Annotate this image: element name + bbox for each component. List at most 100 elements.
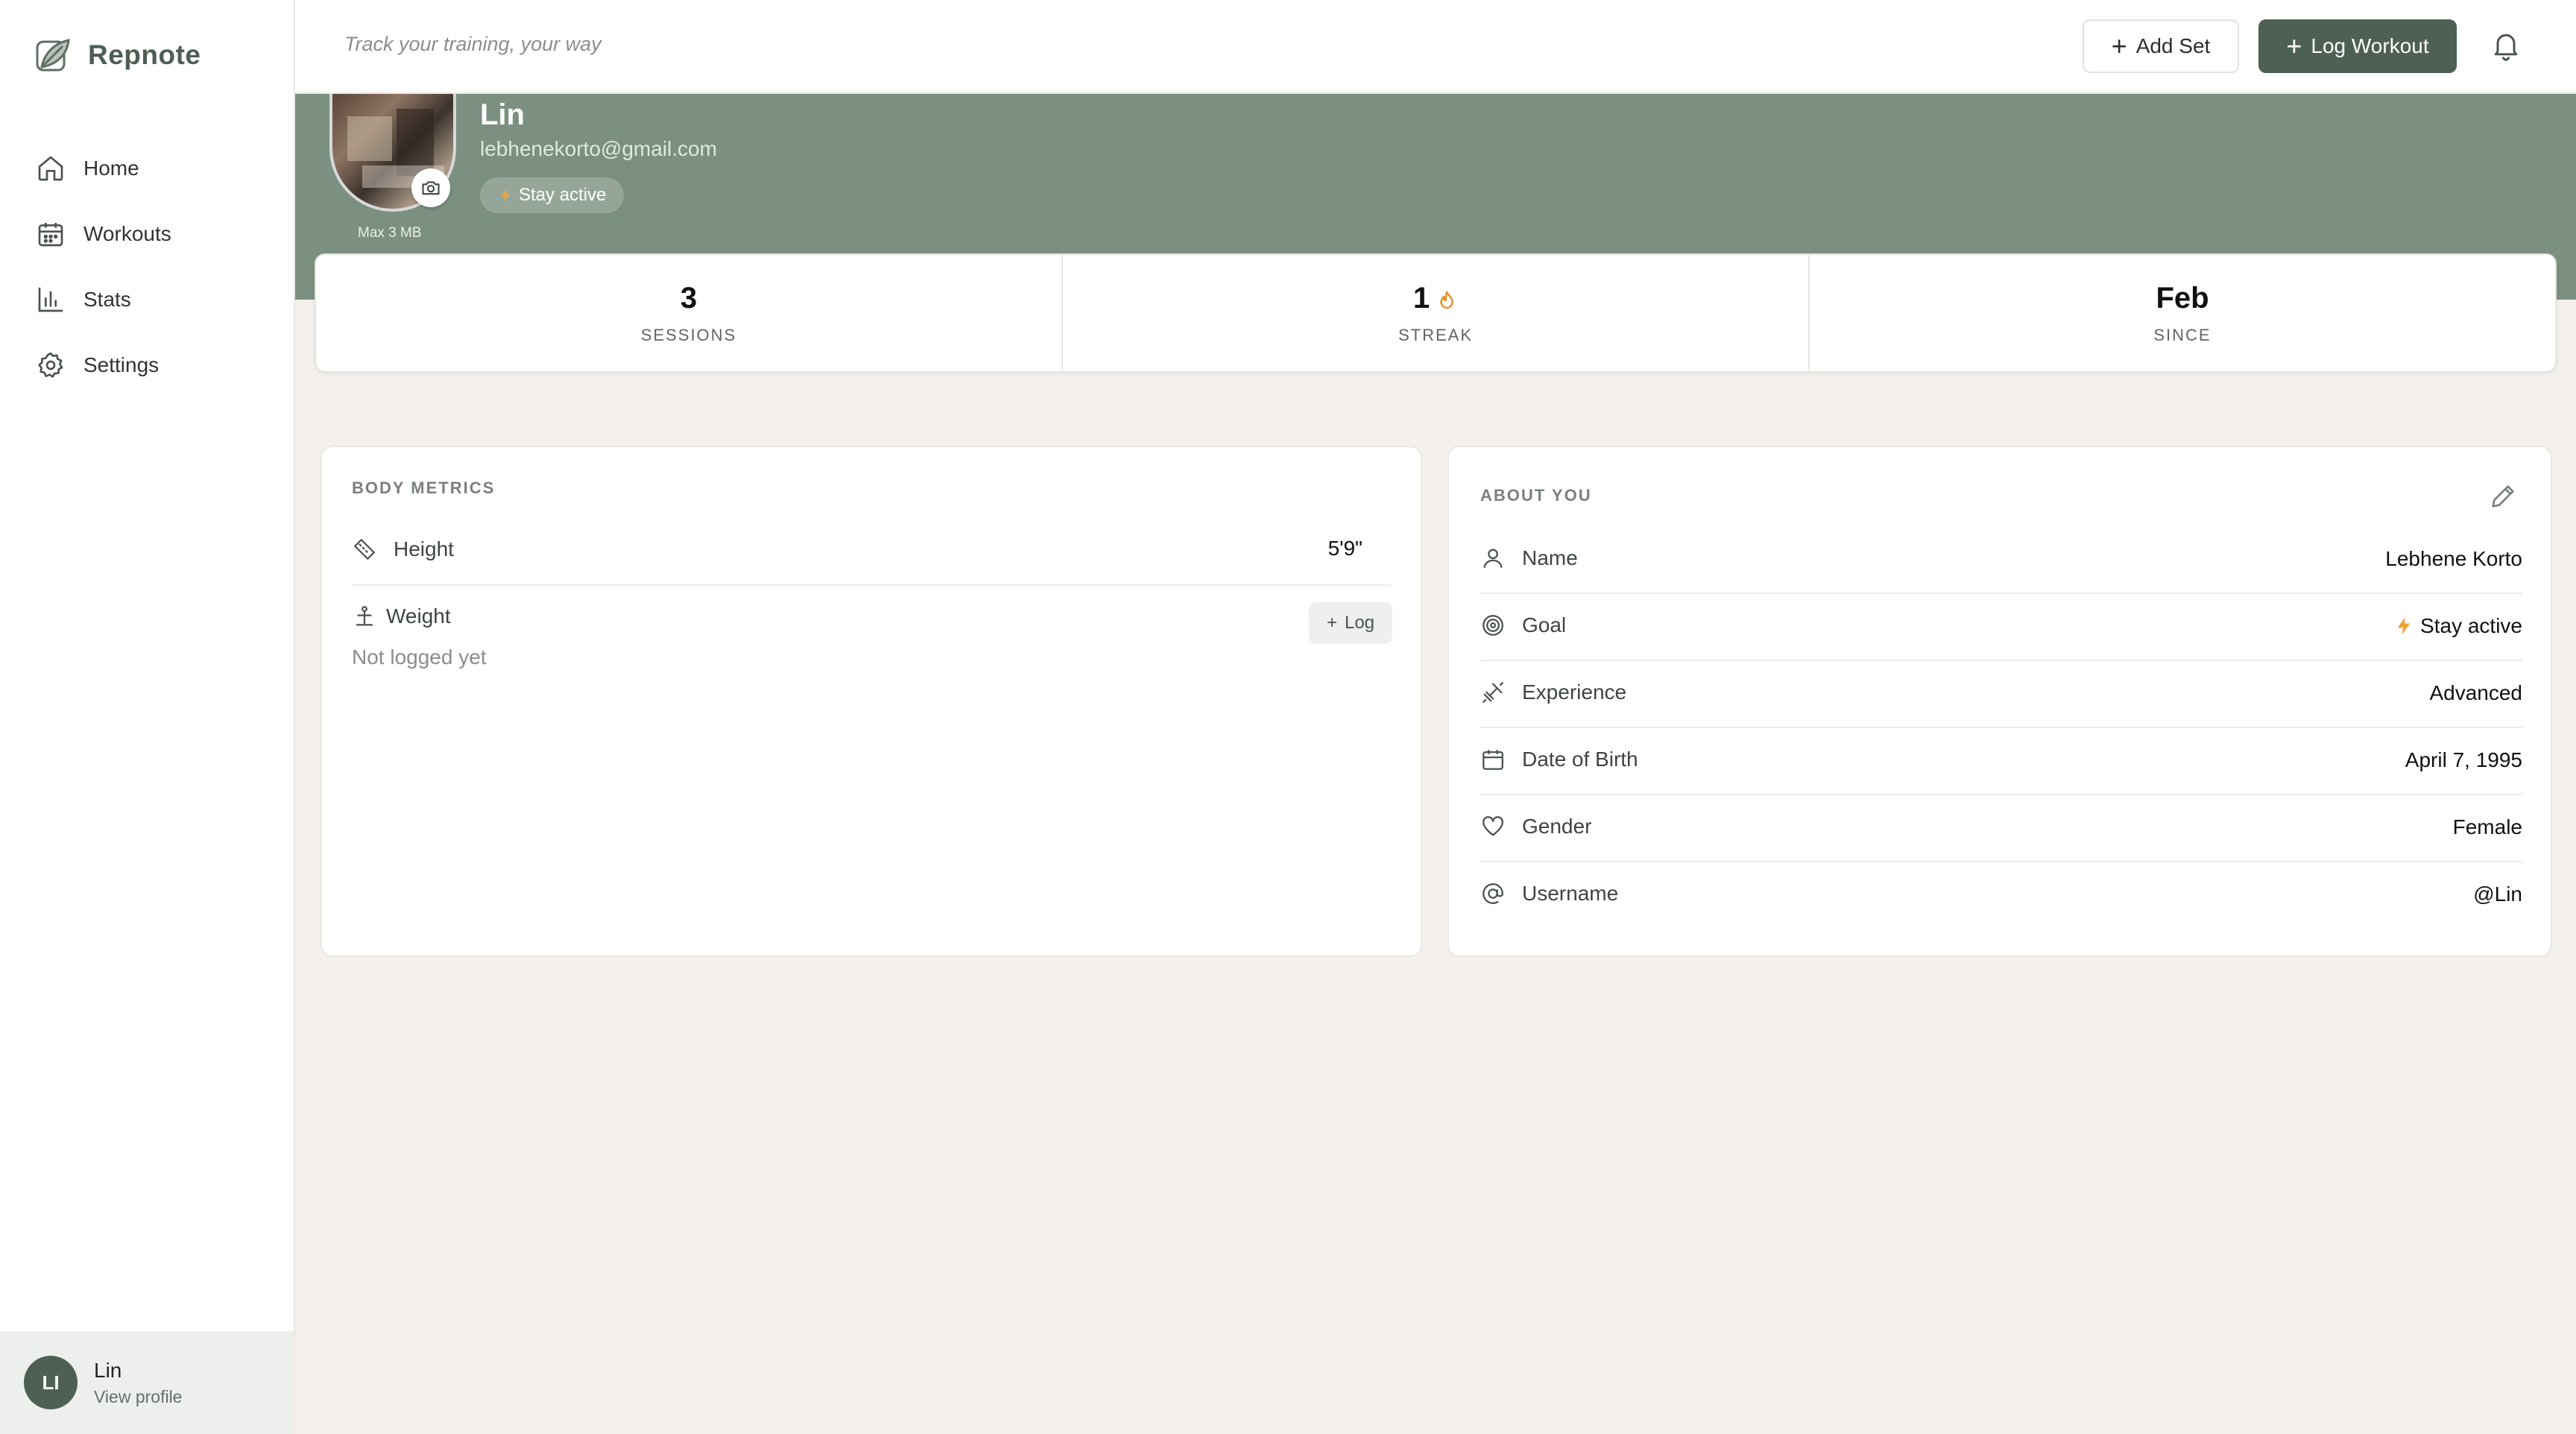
bar-chart-icon xyxy=(38,287,63,312)
divider xyxy=(1480,593,2522,594)
about-value: @Lin xyxy=(2473,882,2522,906)
log-weight-label: Log xyxy=(1344,613,1375,633)
stat-value: 3 xyxy=(680,281,698,315)
about-label: Name xyxy=(1522,546,1578,569)
divider xyxy=(1480,794,2522,795)
tagline: Track your training, your way xyxy=(344,33,602,55)
view-profile-link[interactable]: View profile xyxy=(94,1387,182,1407)
profile-email: lebhenekorto@gmail.com xyxy=(480,137,717,160)
lightning-icon xyxy=(2397,617,2411,635)
app-name: Repnote xyxy=(88,40,201,70)
change-photo-button[interactable] xyxy=(411,168,450,207)
about-row-experience: Experience xyxy=(1480,680,1626,705)
bell-icon[interactable] xyxy=(2490,28,2522,61)
stat-sessions: 3 SESSIONS xyxy=(316,255,1063,371)
brand[interactable]: Repnote xyxy=(34,36,201,75)
stat-label: STREAK xyxy=(1398,325,1474,344)
metric-label: Height xyxy=(394,537,454,560)
about-row-name: Name xyxy=(1480,546,1578,571)
weight-empty-state: Not logged yet xyxy=(352,645,487,669)
divider xyxy=(352,584,1391,586)
sidebar-item-label: Settings xyxy=(83,353,160,376)
height-value: 5'9" xyxy=(1328,537,1363,560)
stats-summary: 3 SESSIONS 1 STREAK Feb SINCE xyxy=(315,253,2557,373)
ruler-icon xyxy=(354,539,375,560)
sidebar-nav: Home Workouts Stats Settings xyxy=(36,136,171,398)
plus-icon: + xyxy=(2111,31,2127,61)
profile-name: Lin xyxy=(480,98,525,131)
heart-icon xyxy=(1483,816,1503,836)
about-value: Lebhene Korto xyxy=(2385,547,2522,570)
home-icon xyxy=(38,156,63,181)
metric-row-height: Height xyxy=(352,537,454,562)
stat-value: 1 xyxy=(1413,282,1458,315)
log-workout-label: Log Workout xyxy=(2311,34,2429,57)
flame-icon xyxy=(1440,291,1453,309)
photo-detail xyxy=(347,116,392,161)
streak-count: 1 xyxy=(1412,281,1430,315)
user-icon xyxy=(1483,549,1503,568)
stat-value: Feb xyxy=(2156,281,2209,315)
card-title: BODY METRICS xyxy=(352,478,496,497)
goal-badge-label: Stay active xyxy=(519,185,607,205)
gear-icon xyxy=(38,352,63,378)
about-label: Experience xyxy=(1522,680,1627,704)
body-metrics-card: BODY METRICS Height 5'9" Weight + Log No… xyxy=(321,446,1422,957)
divider xyxy=(1480,660,2522,661)
card-title: ABOUT YOU xyxy=(1480,486,1592,505)
goal-badge: Stay active xyxy=(480,177,625,213)
about-value: Advanced xyxy=(2429,681,2522,704)
sidebar: Repnote Home Workouts Stats Settings LI … xyxy=(0,0,295,1434)
sidebar-item-stats[interactable]: Stats xyxy=(36,267,171,332)
about-value: Stay active xyxy=(2420,614,2522,637)
topbar: Track your training, your way + Add Set … xyxy=(295,0,2576,94)
avatar: LI xyxy=(24,1356,78,1409)
about-label: Goal xyxy=(1522,613,1567,637)
divider xyxy=(1480,861,2522,862)
leaf-logo-icon xyxy=(36,39,70,72)
metric-row-weight: Weight xyxy=(352,604,451,629)
about-row-goal: Goal xyxy=(1480,613,1566,638)
about-value-goal: Stay active xyxy=(2393,614,2522,638)
calendar-icon xyxy=(1483,750,1503,770)
camera-icon xyxy=(422,181,440,195)
about-label: Gender xyxy=(1522,815,1592,838)
about-row-username: Username xyxy=(1480,881,1618,906)
pencil-edit-icon[interactable] xyxy=(2488,481,2518,511)
sidebar-item-settings[interactable]: Settings xyxy=(36,332,171,398)
stat-label: SESSIONS xyxy=(640,325,737,344)
plus-icon: + xyxy=(1326,613,1337,633)
stat-streak: 1 STREAK xyxy=(1063,255,1810,371)
sidebar-item-label: Stats xyxy=(83,288,131,311)
log-weight-button[interactable]: + Log xyxy=(1309,602,1392,644)
sidebar-item-home[interactable]: Home xyxy=(36,136,171,201)
scale-weight-icon xyxy=(356,606,373,626)
about-label: Date of Birth xyxy=(1522,748,1638,771)
stat-since: Feb SINCE xyxy=(1810,255,2555,371)
user-name: Lin xyxy=(94,1358,122,1382)
at-sign-icon xyxy=(1483,883,1503,904)
upload-hint: Max 3 MB xyxy=(358,225,422,241)
sidebar-item-label: Home xyxy=(83,157,139,180)
about-label: Username xyxy=(1522,882,1619,905)
about-you-card: ABOUT YOU Name Lebhene Korto Goal Stay a… xyxy=(1448,446,2552,957)
add-set-label: Add Set xyxy=(2135,34,2211,57)
log-workout-button[interactable]: + Log Workout xyxy=(2258,19,2457,73)
stat-label: SINCE xyxy=(2153,325,2212,344)
about-value: Female xyxy=(2452,815,2522,838)
about-row-gender: Gender xyxy=(1480,814,1591,839)
lightning-icon xyxy=(501,189,510,202)
sidebar-item-workouts[interactable]: Workouts xyxy=(36,201,171,267)
calendar-icon xyxy=(38,223,63,247)
about-row-dob: Date of Birth xyxy=(1480,747,1638,772)
about-value: April 7, 1995 xyxy=(2405,748,2522,771)
dumbbell-icon xyxy=(1483,682,1503,703)
metric-label: Weight xyxy=(386,604,451,628)
divider xyxy=(1480,727,2522,728)
user-profile-link[interactable]: LI Lin View profile xyxy=(0,1331,294,1434)
add-set-button[interactable]: + Add Set xyxy=(2083,19,2239,73)
target-icon xyxy=(1483,615,1503,636)
plus-icon: + xyxy=(2286,31,2302,61)
sidebar-item-label: Workouts xyxy=(83,222,171,245)
user-text: Lin View profile xyxy=(94,1359,182,1407)
